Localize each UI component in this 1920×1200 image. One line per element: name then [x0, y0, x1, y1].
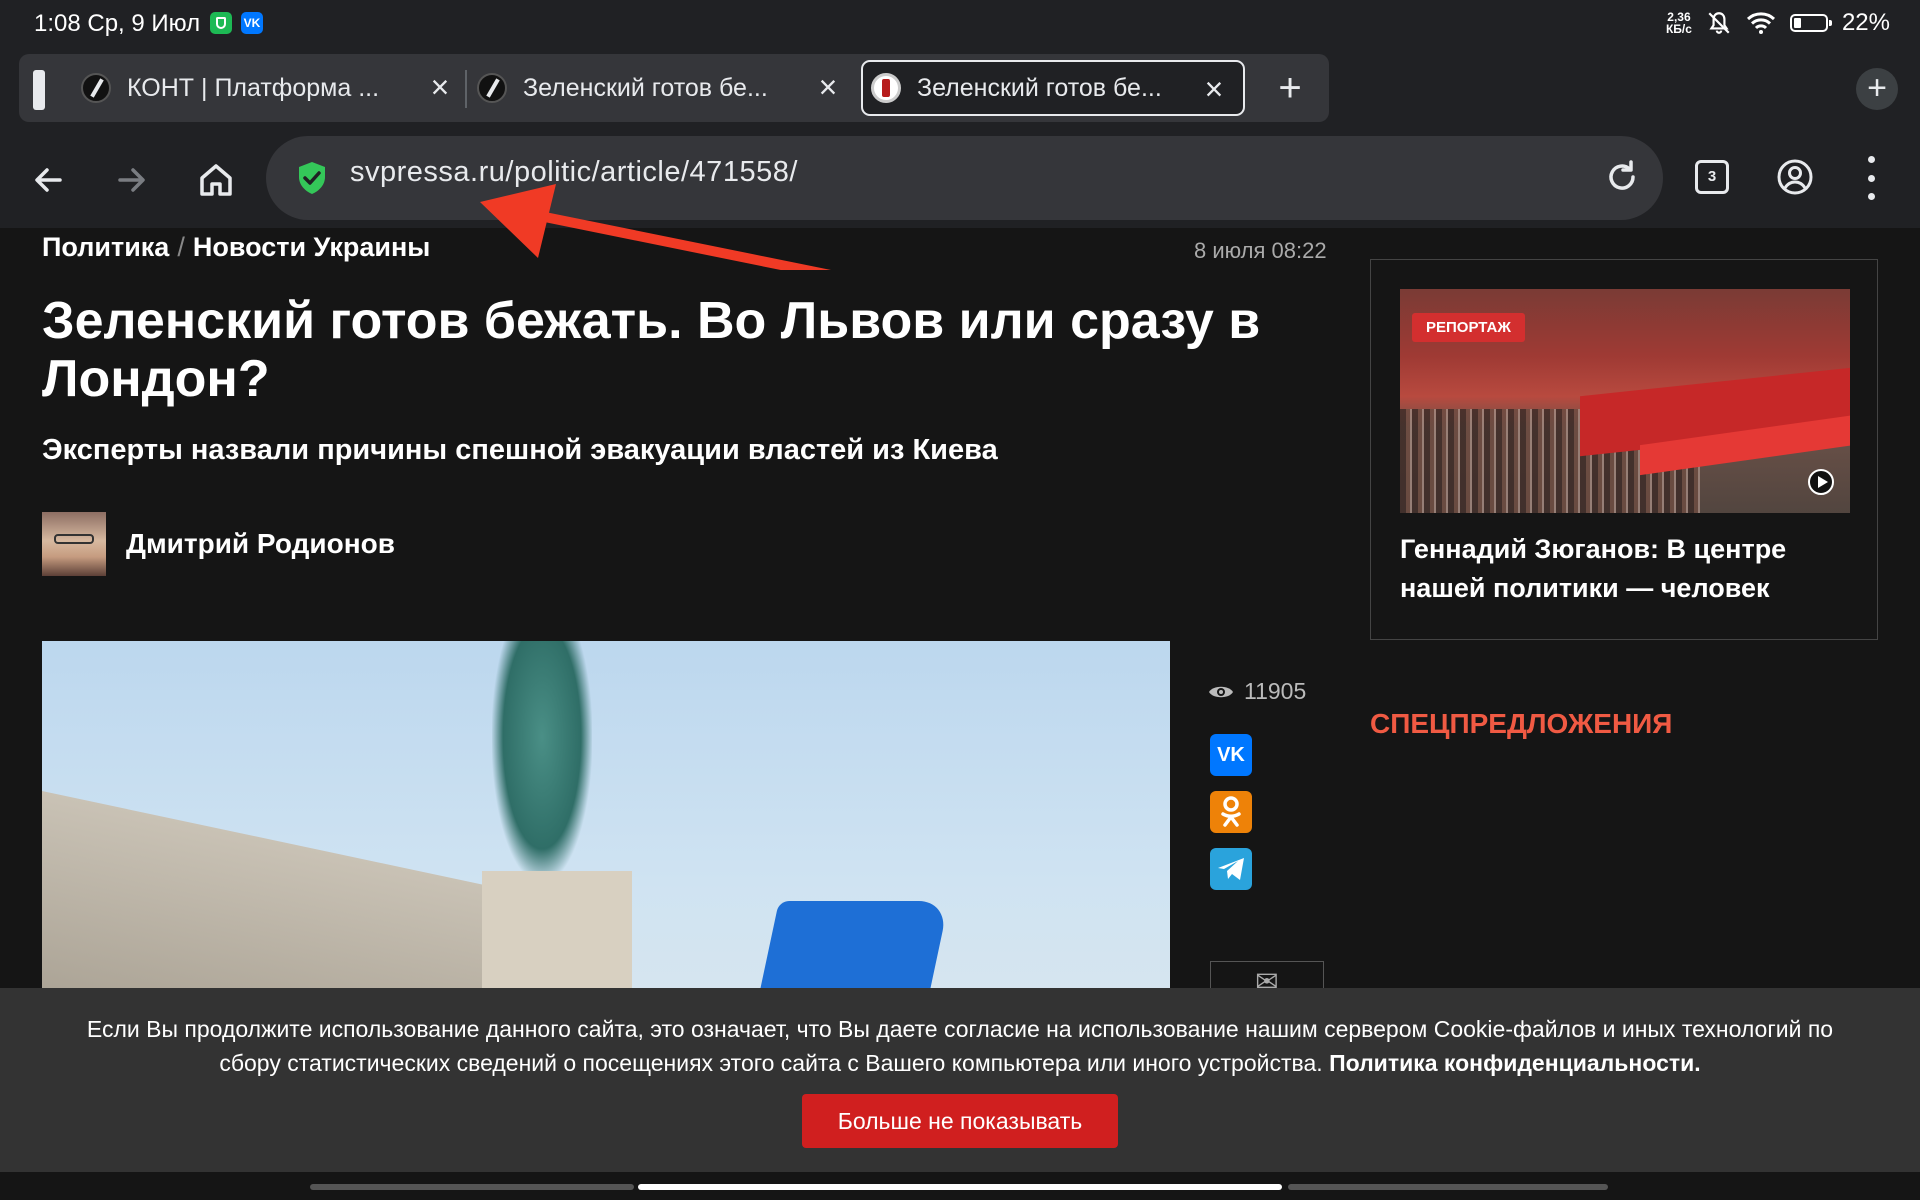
vk-icon: VK	[1217, 744, 1245, 766]
svpressa-favicon-icon	[871, 73, 901, 103]
breadcrumb-topic-link[interactable]: Новости Украины	[193, 232, 430, 262]
hero-pedestal	[482, 871, 632, 988]
tab-title: Зеленский готов бе...	[917, 73, 1162, 102]
article-title: Зеленский готов бежать. Во Львов или сра…	[42, 292, 1261, 408]
page-content: Политика / Новости Украины 8 июля 08:22 Зе…	[0, 228, 1920, 988]
view-counter: 11905	[1208, 678, 1306, 705]
tab-strip: КОНТ | Платформа ... × Зеленский готов б…	[0, 46, 1920, 132]
tab-kont[interactable]: КОНТ | Платформа ... ×	[81, 60, 469, 116]
gesture-handle-right	[1288, 1184, 1608, 1190]
tab-title: КОНТ | Платформа ...	[127, 73, 380, 102]
kont-favicon-icon	[81, 73, 111, 103]
status-time: 1:08 Ср, 9 Июл	[34, 10, 201, 37]
tabs-container: КОНТ | Платформа ... × Зеленский готов б…	[19, 54, 1329, 122]
new-tab-button[interactable]: +	[1269, 68, 1311, 110]
author-name-link[interactable]: Дмитрий Родионов	[126, 528, 395, 560]
breadcrumb-section-link[interactable]: Политика	[42, 232, 169, 262]
privacy-policy-link[interactable]: Политика конфиденциальности.	[1329, 1050, 1701, 1076]
special-offers-heading: СПЕЦПРЕДЛОЖЕНИЯ	[1370, 708, 1673, 739]
tab-group-handle[interactable]	[33, 70, 45, 110]
report-badge: РЕПОРТАЖ	[1412, 313, 1525, 342]
battery-icon	[1789, 14, 1832, 32]
play-icon[interactable]	[1808, 469, 1834, 495]
close-icon[interactable]: ×	[1199, 73, 1229, 105]
vk-icon: VK	[241, 12, 263, 34]
account-icon[interactable]	[1776, 158, 1814, 196]
kont-favicon-icon	[477, 73, 507, 103]
tab-switcher-button[interactable]: 3	[1695, 160, 1729, 194]
article-hero-image	[42, 641, 1170, 988]
article-subtitle: Эксперты назвали причины спешной эвакуац…	[42, 434, 998, 466]
report-thumbnail[interactable]: РЕПОРТАЖ	[1400, 289, 1850, 513]
breadcrumb-separator: /	[177, 232, 185, 262]
author-avatar[interactable]	[42, 512, 106, 576]
tab-title: Зеленский готов бе...	[523, 73, 768, 102]
tab-zelensky-1[interactable]: Зеленский готов бе... ×	[477, 60, 857, 116]
back-icon[interactable]	[26, 158, 70, 202]
url-text[interactable]: svpressa.ru/politic/article/471558/	[350, 156, 798, 189]
article-date: 8 июля 08:22	[1194, 238, 1327, 263]
tab-zelensky-active[interactable]: Зеленский готов бе... ×	[861, 60, 1245, 116]
system-nav-bar	[0, 1172, 1920, 1200]
share-ok-button[interactable]	[1210, 791, 1252, 833]
status-right: 2,36 КБ/с 22%	[1666, 8, 1890, 38]
dismiss-cookie-button[interactable]: Больше не показывать	[802, 1094, 1118, 1148]
eye-icon	[1209, 686, 1233, 697]
close-icon[interactable]: ×	[813, 71, 843, 103]
cookie-text: Если Вы продолжите использование данного…	[60, 1012, 1860, 1080]
report-caption-link[interactable]: Геннадий Зюганов: В центре нашей политик…	[1400, 530, 1850, 608]
battery-level: 22%	[1841, 9, 1890, 36]
hero-building	[42, 791, 502, 988]
odnoklassniki-icon	[1221, 796, 1241, 827]
reload-icon[interactable]	[1599, 154, 1645, 200]
hero-flag	[744, 901, 950, 988]
menu-icon[interactable]	[1858, 156, 1884, 200]
view-count: 11905	[1244, 678, 1307, 704]
hero-statue	[492, 641, 592, 881]
forward-icon[interactable]	[110, 158, 154, 202]
address-bar[interactable]: svpressa.ru/politic/article/471558/	[266, 136, 1663, 220]
cookie-banner: Если Вы продолжите использование данного…	[0, 988, 1920, 1172]
sidebar-report-card[interactable]: РЕПОРТАЖ Геннадий Зюганов: В центре наше…	[1370, 259, 1878, 640]
envelope-icon: ✉	[1255, 966, 1279, 988]
telegram-icon	[1218, 858, 1244, 880]
new-window-button[interactable]: +	[1856, 68, 1898, 110]
tab-separator	[465, 70, 467, 108]
vpn-shield-icon	[210, 12, 232, 34]
browser-toolbar: svpressa.ru/politic/article/471558/ 3	[0, 132, 1920, 228]
network-speed: 2,36 КБ/с	[1665, 10, 1692, 36]
share-telegram-button[interactable]	[1210, 848, 1252, 890]
status-bar: 1:08 Ср, 9 Июл VK 2,36 КБ/с 22%	[0, 0, 1920, 46]
wifi-icon	[1746, 12, 1775, 34]
breadcrumb: Политика / Новости Украины	[42, 232, 430, 263]
home-icon[interactable]	[194, 158, 238, 202]
subscribe-mail-box[interactable]: ✉	[1210, 961, 1324, 988]
gesture-handle[interactable]	[638, 1184, 1282, 1190]
gesture-handle-left	[310, 1184, 634, 1190]
shield-icon[interactable]	[294, 160, 330, 196]
bell-muted-icon	[1708, 12, 1730, 34]
close-icon[interactable]: ×	[425, 71, 455, 103]
share-vk-button[interactable]: VK	[1210, 734, 1252, 776]
